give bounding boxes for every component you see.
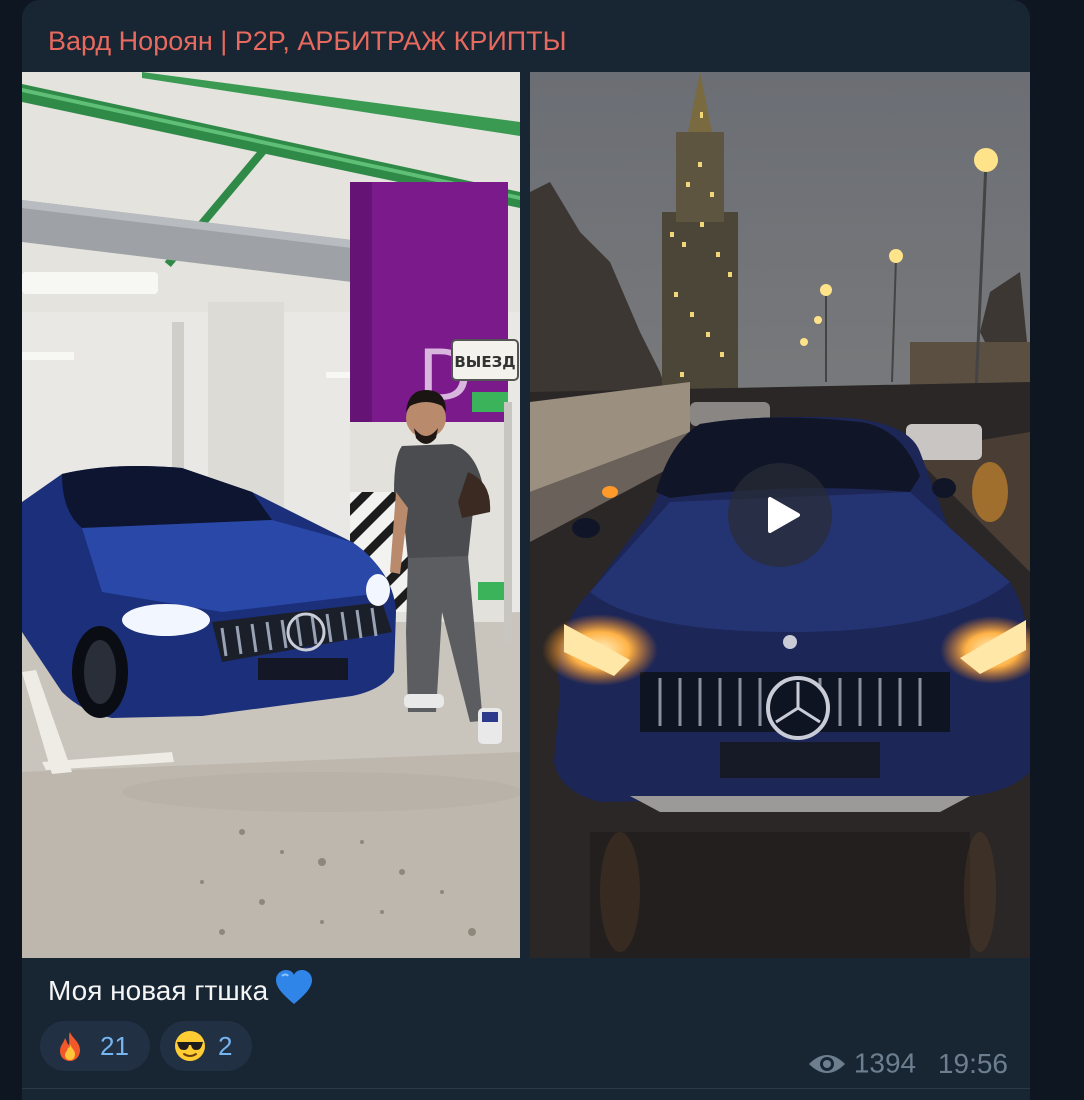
sender-name[interactable]: Вард Нороян | P2P, АРБИТРАЖ КРИПТЫ	[48, 24, 567, 58]
caption-text: Моя новая гтшка	[48, 975, 269, 1006]
message-bubble: Вард Нороян | P2P, АРБИТРАЖ КРИПТЫ D ВЫЕ…	[22, 0, 1030, 1100]
photo-garage-image: D ВЫЕЗД	[22, 72, 520, 958]
views-count: 1394	[853, 1047, 917, 1079]
play-button[interactable]	[728, 463, 832, 567]
reaction-sunglasses[interactable]: 2	[160, 1021, 252, 1071]
bubble-divider	[22, 1088, 1030, 1089]
views-eye-icon	[809, 1054, 846, 1073]
video-thumbnail[interactable]	[530, 72, 1030, 958]
reaction-sunglasses-count: 2	[218, 1031, 233, 1061]
sunglasses-face-icon	[174, 1030, 206, 1067]
reaction-fire-count: 21	[100, 1031, 129, 1061]
message-meta: 1394 19:56	[808, 1044, 1008, 1080]
blue-heart-icon	[274, 970, 314, 1017]
photo-parking-garage[interactable]: D ВЫЕЗД	[22, 72, 520, 958]
exit-sign-text: ВЫЕЗД	[454, 353, 515, 371]
message-time: 19:56	[937, 1047, 1008, 1079]
message-caption: Моя новая гтшка	[48, 970, 314, 1017]
reaction-fire[interactable]: 21	[40, 1021, 150, 1071]
fire-icon	[54, 1030, 86, 1067]
play-icon	[768, 497, 800, 533]
